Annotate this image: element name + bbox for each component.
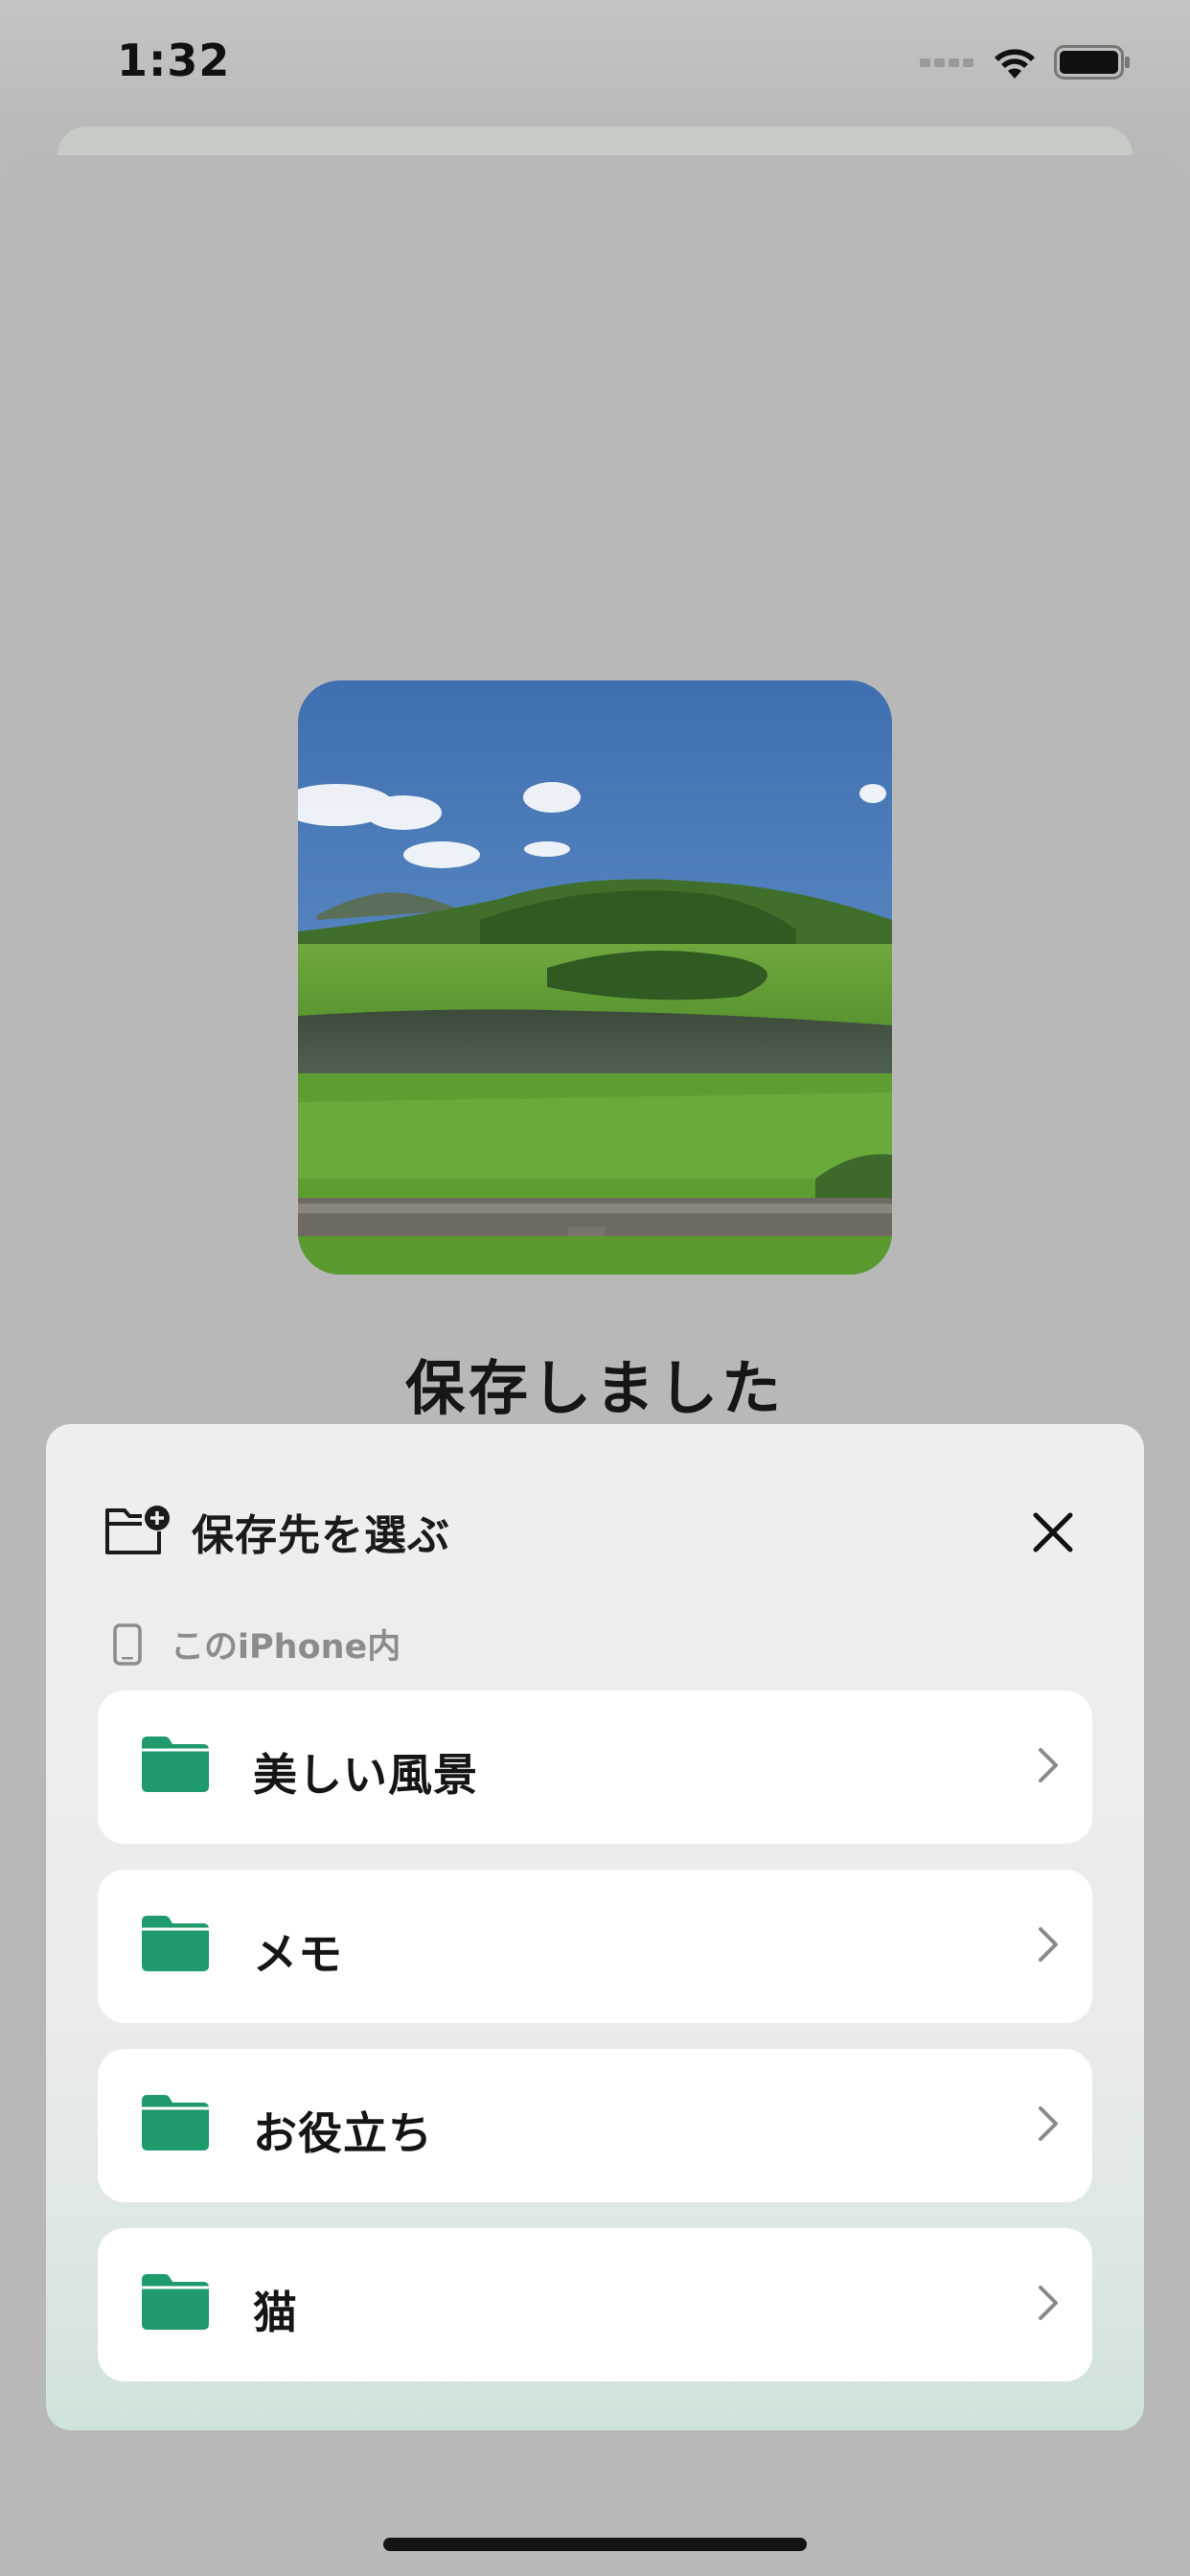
- status-icons: [920, 44, 1131, 80]
- folder-name: 猫: [253, 2287, 298, 2338]
- folder-row-memo[interactable]: メモ: [98, 1870, 1092, 2023]
- signal-icon: [920, 58, 973, 67]
- folder-name: メモ: [253, 1928, 343, 1980]
- saved-title: 保存しました: [404, 1353, 785, 1423]
- chevron-right-icon: [1039, 1927, 1058, 1962]
- folder-icon: [142, 1916, 209, 1971]
- battery-icon: [1054, 45, 1130, 80]
- picker-title: 保存先を選ぶ: [192, 1511, 450, 1560]
- folder-icon: [142, 2095, 209, 2150]
- folder-name: お役立ち: [253, 2107, 433, 2159]
- section-label: このiPhone内: [171, 1628, 401, 1667]
- folder-icon: [142, 2274, 209, 2330]
- folder-add-icon: [105, 1506, 170, 1554]
- close-button[interactable]: [1019, 1499, 1087, 1566]
- saved-photo: [298, 680, 892, 1275]
- close-icon: [1033, 1512, 1073, 1552]
- iphone-icon: [113, 1622, 142, 1666]
- destination-picker-panel: 保存先を選ぶ このiPhone内 美しい風景 メモ お役立ち 猫: [46, 1424, 1144, 2430]
- folder-row-cat[interactable]: 猫: [98, 2228, 1092, 2381]
- folder-row-useful[interactable]: お役立ち: [98, 2049, 1092, 2202]
- folder-row-beautiful-scenery[interactable]: 美しい風景: [98, 1690, 1092, 1844]
- home-indicator[interactable]: [383, 2538, 807, 2551]
- landscape-image: [298, 680, 892, 1275]
- chevron-right-icon: [1039, 2106, 1058, 2141]
- wifi-icon: [995, 49, 1035, 79]
- chevron-right-icon: [1039, 2286, 1058, 2320]
- folder-icon: [142, 1736, 209, 1792]
- folder-name: 美しい風景: [253, 1749, 478, 1801]
- chevron-right-icon: [1039, 1748, 1058, 1782]
- status-bar: 1:32: [0, 0, 1190, 134]
- folder-list: 美しい風景 メモ お役立ち 猫: [98, 1690, 1092, 2407]
- status-time: 1:32: [117, 34, 231, 86]
- section-this-iphone: このiPhone内: [113, 1620, 400, 1668]
- picker-header: 保存先を選ぶ: [103, 1501, 450, 1562]
